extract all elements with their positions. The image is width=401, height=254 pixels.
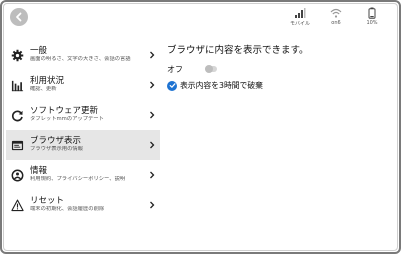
chevron-right-icon — [149, 201, 155, 209]
chevron-right-icon — [149, 141, 155, 149]
sidebar-item-title: リセット — [30, 195, 65, 206]
sidebar-item-subtitle: 利用規約、プライバシーポリシー、説明 — [30, 176, 126, 183]
battery-indicator: 10% — [359, 7, 385, 26]
sidebar-item-text: ソフトウェア更新 タブレットmmのアップデート — [30, 107, 146, 123]
chevron-right-icon — [149, 171, 155, 179]
battery-label: 10% — [366, 20, 378, 26]
warning-icon — [10, 198, 24, 212]
bar-chart-icon — [10, 78, 24, 92]
settings-sidebar: 一般 画面の明るさ、文字の大きさ、会話の言語 利用状況 確認、更新 ソフトウェア… — [6, 40, 160, 220]
sidebar-item-title: 利用状況 — [30, 75, 65, 86]
sidebar-item-subtitle: ブラウザ表示用の情報 — [30, 146, 83, 153]
sidebar-item-browser-display[interactable]: ブラウザ表示 ブラウザ表示用の情報 — [6, 130, 160, 160]
sidebar-item-software-update[interactable]: ソフトウェア更新 タブレットmmのアップデート — [6, 100, 160, 130]
sidebar-item-text: リセット 端末の初期化、会話履歴の削除 — [30, 197, 146, 213]
sidebar-item-title: 情報 — [30, 165, 48, 176]
signal-label: モバイル — [289, 21, 310, 27]
sidebar-item-text: 情報 利用規約、プライバシーポリシー、説明 — [30, 167, 146, 183]
sidebar-item-subtitle: 端末の初期化、会話履歴の削除 — [30, 206, 105, 213]
refresh-icon — [10, 108, 24, 122]
tablet-frame: モバイル on6 10% 一般 画面の明るさ、文字の大きさ、会話の言語 利用状況… — [0, 0, 401, 254]
sidebar-item-reset[interactable]: リセット 端末の初期化、会話履歴の削除 — [6, 190, 160, 220]
wifi-indicator: on6 — [323, 7, 349, 26]
browser-display-panel: ブラウザに内容を表示できます。 オフ 表示内容を3時間で破棄 — [167, 42, 389, 91]
sidebar-item-title: ブラウザ表示 — [30, 135, 82, 146]
panel-description: ブラウザに内容を表示できます。 — [167, 45, 309, 56]
sidebar-item-text: ブラウザ表示 ブラウザ表示用の情報 — [30, 137, 146, 153]
chevron-right-icon — [149, 111, 155, 119]
sidebar-item-title: 一般 — [30, 45, 48, 56]
battery-icon — [368, 7, 376, 19]
browser-display-toggle[interactable] — [205, 65, 217, 73]
settings-screen: モバイル on6 10% 一般 画面の明るさ、文字の大きさ、会話の言語 利用状況… — [3, 3, 398, 251]
sidebar-item-text: 利用状況 確認、更新 — [30, 77, 146, 93]
status-bar: モバイル on6 10% — [287, 7, 385, 27]
sidebar-item-info[interactable]: 情報 利用規約、プライバシーポリシー、説明 — [6, 160, 160, 190]
sidebar-item-text: 一般 画面の明るさ、文字の大きさ、会話の言語 — [30, 47, 146, 63]
wifi-icon — [330, 8, 342, 18]
sidebar-item-title: ソフトウェア更新 — [30, 105, 99, 116]
toggle-knob — [205, 65, 213, 73]
top-bar: モバイル on6 10% — [4, 4, 397, 34]
info-person-icon — [10, 168, 24, 182]
wifi-label: on6 — [331, 20, 341, 26]
sidebar-item-general[interactable]: 一般 画面の明るさ、文字の大きさ、会話の言語 — [6, 40, 160, 70]
discard-after-3h-row: 表示内容を3時間で破棄 — [167, 80, 389, 91]
mobile-signal-indicator: モバイル — [287, 7, 313, 27]
back-button[interactable] — [10, 8, 28, 26]
chevron-right-icon — [149, 81, 155, 89]
toggle-state-label: オフ — [167, 64, 183, 74]
discard-after-3h-label: 表示内容を3時間で破棄 — [180, 81, 263, 90]
sidebar-item-subtitle: 画面の明るさ、文字の大きさ、会話の言語 — [30, 56, 131, 63]
signal-icon — [295, 8, 306, 18]
sidebar-item-subtitle: 確認、更新 — [30, 86, 57, 93]
browser-icon — [10, 138, 24, 152]
browser-display-toggle-row: オフ — [167, 63, 389, 75]
sidebar-item-subtitle: タブレットmmのアップデート — [30, 116, 104, 123]
gear-icon — [10, 48, 24, 62]
sidebar-item-usage[interactable]: 利用状況 確認、更新 — [6, 70, 160, 100]
chevron-right-icon — [149, 51, 155, 59]
checkmark-icon — [169, 83, 175, 88]
chevron-left-icon — [16, 12, 22, 22]
discard-after-3h-checkbox[interactable] — [167, 80, 177, 91]
